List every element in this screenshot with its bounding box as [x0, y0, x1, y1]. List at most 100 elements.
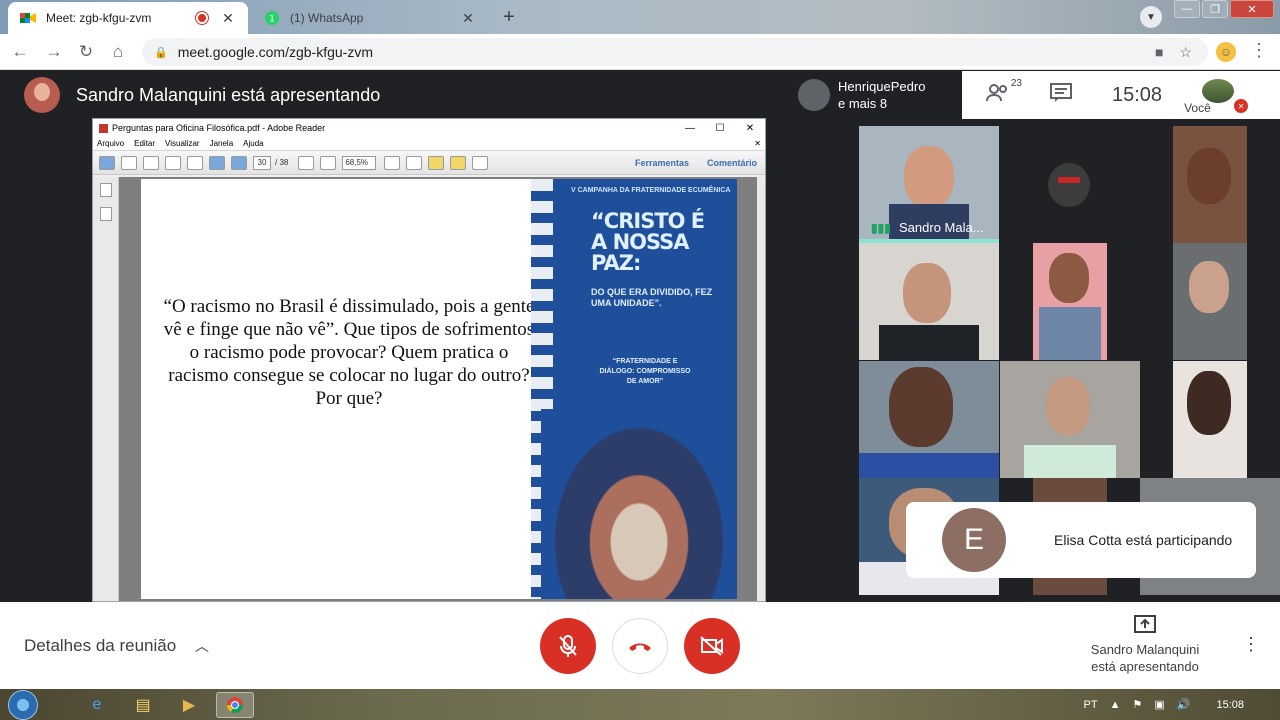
meeting-details-button[interactable]: Detalhes da reunião ︿: [24, 636, 209, 656]
tab-search-icon[interactable]: ▼: [1140, 6, 1162, 28]
reader-close-icon: ✕: [745, 122, 755, 134]
address-bar[interactable]: 🔒 meet.google.com/zgb-kfgu-zvm ■ ☆: [142, 38, 1208, 66]
participant-avatar-tile[interactable]: [1048, 163, 1090, 207]
self-label: Você: [1184, 101, 1211, 115]
people-icon[interactable]: 23: [986, 78, 1022, 107]
whatsapp-icon: 1: [264, 10, 280, 26]
reader-title-bar: Perguntas para Oficina Filosófica.pdf - …: [93, 119, 765, 137]
participant-tile[interactable]: [1000, 361, 1140, 478]
profile-avatar[interactable]: ☺: [1214, 40, 1238, 64]
more-options-icon[interactable]: ⋮: [1242, 634, 1260, 655]
new-tab-button[interactable]: +: [496, 6, 522, 28]
lock-icon: 🔒: [154, 46, 168, 59]
reader-minimize-icon: —: [685, 122, 695, 134]
self-thumbnail: [1202, 79, 1235, 103]
self-tile[interactable]: Você ✕: [1184, 71, 1254, 119]
print-icon: [165, 155, 181, 170]
tab-title: Meet: zgb-kfgu-zvm: [46, 11, 152, 25]
media-player-icon[interactable]: ▶: [170, 692, 208, 718]
email-icon: [187, 155, 203, 170]
volume-icon[interactable]: 🔊: [1177, 698, 1191, 711]
browser-tab-bar: Meet: zgb-kfgu-zvm ✕ 1 (1) WhatsApp ✕ + …: [0, 0, 1280, 34]
file-explorer-icon[interactable]: ▤: [124, 692, 162, 718]
participant-tile[interactable]: [1033, 243, 1107, 360]
tray-expand-icon[interactable]: ▲: [1110, 699, 1121, 711]
browser-menu-icon[interactable]: ⋮: [1250, 40, 1268, 61]
poster-illustration: [541, 409, 737, 599]
presentation-status-button[interactable]: Sandro Malanquini está apresentando: [1084, 614, 1206, 675]
participant-video: [1049, 253, 1089, 303]
reload-icon[interactable]: ↻: [74, 40, 98, 64]
pdf-page: “O racismo no Brasil é dissimulado, pois…: [141, 179, 737, 599]
language-indicator[interactable]: PT: [1084, 699, 1098, 711]
window-close-icon[interactable]: ✕: [1230, 0, 1274, 18]
camera-icon[interactable]: ■: [1155, 44, 1163, 60]
reader-scrollbar: [757, 177, 765, 601]
presenting-line2: está apresentando: [1091, 659, 1199, 674]
participant-video: [1187, 148, 1231, 204]
join-message: Elisa Cotta está participando: [1054, 532, 1233, 548]
presenter-title: Sandro Malanquini está apresentando: [76, 84, 381, 105]
pages-panel-icon: [100, 183, 112, 197]
close-tab-icon[interactable]: ✕: [460, 10, 476, 27]
participant-tile[interactable]: [859, 243, 999, 360]
bookmark-star-icon[interactable]: ☆: [1179, 44, 1192, 61]
present-screen-icon: [1084, 614, 1206, 637]
action-center-flag-icon[interactable]: ⚑: [1132, 698, 1142, 711]
people-group[interactable]: HenriquePedro e mais 8: [790, 71, 962, 119]
leave-call-button[interactable]: [612, 618, 668, 674]
page-total: / 38: [275, 158, 289, 167]
convert-icon: [121, 155, 137, 170]
participant-count: 23: [1010, 77, 1022, 89]
close-tab-icon[interactable]: ✕: [220, 10, 236, 27]
meeting-top-right: HenriquePedro e mais 8 23 15:08 Você ✕: [790, 71, 1280, 119]
fit-page-icon: [384, 155, 401, 170]
mic-toggle-button[interactable]: [540, 618, 596, 674]
pdf-icon: [99, 123, 108, 133]
home-icon[interactable]: ⌂: [106, 40, 130, 64]
page-up-icon: [209, 155, 225, 170]
start-button[interactable]: [8, 690, 38, 720]
zoom-out-icon: [298, 155, 315, 170]
highlight-icon: [450, 155, 467, 170]
menu-item-arquivo: Arquivo: [97, 139, 125, 148]
maximize-icon[interactable]: ❐: [1202, 0, 1228, 18]
meet-controls-bar: Detalhes da reunião ︿ Sandro Malanquini …: [0, 602, 1280, 689]
taskbar-clock[interactable]: 15:08: [1216, 699, 1244, 711]
system-tray: PT ▲ ⚑ ▣ 🔊 15:08: [1084, 689, 1244, 720]
chat-icon[interactable]: [1050, 82, 1072, 108]
back-icon[interactable]: ←: [8, 40, 32, 64]
participant-video: [904, 146, 954, 208]
emoji-avatar-icon: ☺: [1216, 42, 1236, 62]
slide-question-text: “O racismo no Brasil é dissimulado, pois…: [163, 296, 535, 409]
hang-up-icon: [629, 643, 651, 651]
participant-tile[interactable]: [859, 361, 999, 478]
avatar: [24, 77, 60, 113]
mic-off-icon: [559, 635, 577, 657]
menu-item-ajuda: Ajuda: [243, 139, 264, 148]
forward-icon[interactable]: →: [42, 40, 66, 64]
poster-theme: “FRATERNIDADE E DIÁLOGO: COMPROMISSO DE …: [599, 358, 691, 385]
tab-title: (1) WhatsApp: [290, 11, 364, 25]
people-group-line2: e mais 8: [838, 96, 888, 111]
avatar: E: [942, 508, 1006, 572]
save-icon: [143, 155, 159, 170]
fit-width-icon: [406, 155, 423, 170]
meeting-clock: 15:08: [1112, 83, 1163, 106]
tab-meet[interactable]: Meet: zgb-kfgu-zvm ✕: [8, 2, 248, 34]
avatar-mask: [1058, 177, 1080, 183]
network-icon[interactable]: ▣: [1154, 698, 1164, 711]
camera-off-icon: [700, 636, 723, 656]
participant-tile[interactable]: [1173, 361, 1247, 478]
chrome-icon[interactable]: [216, 692, 254, 718]
tab-whatsapp[interactable]: 1 (1) WhatsApp ✕: [252, 2, 488, 34]
participant-tile[interactable]: [1173, 126, 1247, 243]
participant-tile[interactable]: [1173, 243, 1247, 360]
mic-off-icon: ✕: [1234, 99, 1249, 113]
camera-toggle-button[interactable]: [684, 618, 740, 674]
minimize-icon[interactable]: —: [1174, 0, 1200, 18]
address-bar-actions: ■ ☆: [1155, 38, 1192, 66]
participant-tile[interactable]: ▮▮▮ Sandro Mala...: [859, 126, 999, 243]
internet-explorer-icon[interactable]: e: [78, 692, 116, 718]
reader-body: “O racismo no Brasil é dissimulado, pois…: [93, 177, 765, 601]
